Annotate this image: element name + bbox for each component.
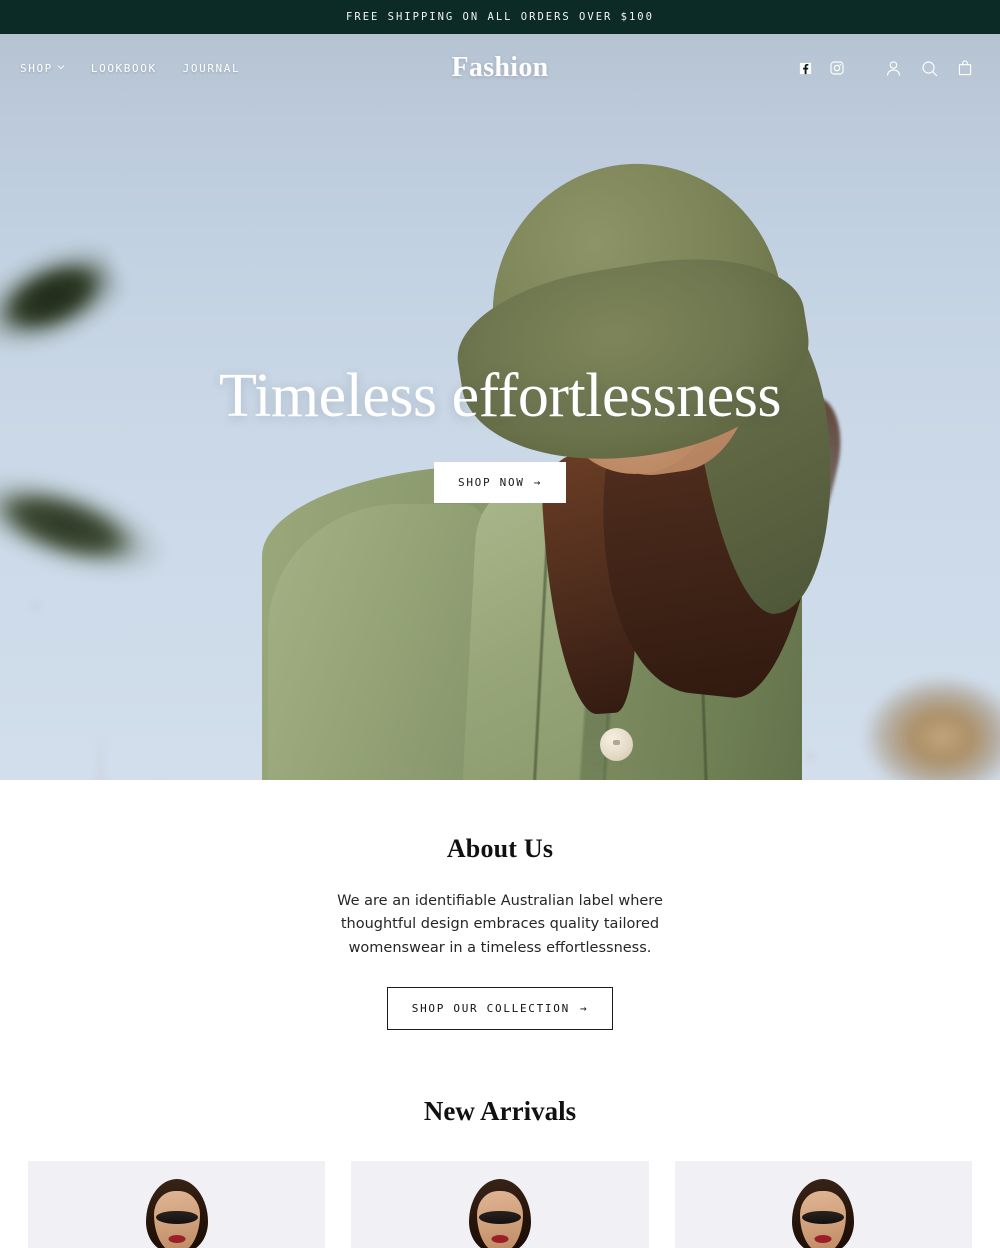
nav-item-lookbook-label: LOOKBOOK <box>90 61 157 75</box>
hero-section: SHOP LOOKBOOK JOURNAL Fashion Timeless e… <box>0 34 1000 780</box>
arrow-right-icon: → <box>533 476 542 490</box>
product-model-lips <box>491 1235 509 1244</box>
new-arrivals-section: New Arrivals <box>0 1030 1000 1248</box>
about-body: We are an identifiable Australian label … <box>337 893 663 956</box>
shop-our-collection-label: SHOP OUR COLLECTION <box>411 1002 570 1016</box>
shop-now-button-label: SHOP NOW <box>458 476 525 490</box>
instagram-icon[interactable] <box>824 53 850 83</box>
product-model-sunglasses <box>478 1211 521 1225</box>
nav-item-lookbook[interactable]: LOOKBOOK <box>91 62 157 75</box>
product-card-1[interactable] <box>28 1161 326 1248</box>
facebook-icon[interactable] <box>792 53 818 83</box>
announcement-bar: FREE SHIPPING ON ALL ORDERS OVER $100 <box>0 0 1000 34</box>
product-model-sunglasses <box>155 1211 198 1225</box>
shop-now-button[interactable]: SHOP NOW → <box>434 462 566 504</box>
chevron-down-icon <box>57 63 65 71</box>
product-model-lips <box>168 1235 186 1244</box>
nav-item-journal-label: JOURNAL <box>182 61 241 75</box>
product-card-2[interactable] <box>351 1161 649 1248</box>
product-model-sunglasses <box>802 1211 845 1225</box>
nav-item-shop-label: SHOP <box>20 61 53 75</box>
arrow-right-icon: → <box>579 1002 589 1016</box>
account-icon[interactable] <box>878 53 908 83</box>
primary-navigation: SHOP LOOKBOOK JOURNAL <box>20 62 240 75</box>
hero-content: Timeless effortlessness SHOP NOW → <box>0 362 1000 504</box>
model-jacket-buttonhole <box>613 740 620 745</box>
product-grid <box>0 1161 1000 1248</box>
shop-our-collection-button[interactable]: SHOP OUR COLLECTION → <box>386 987 614 1031</box>
nav-item-shop[interactable]: SHOP <box>20 62 65 75</box>
about-title: About Us <box>446 834 554 863</box>
product-card-3[interactable] <box>674 1161 972 1248</box>
cart-icon[interactable] <box>950 53 980 83</box>
new-arrivals-title: New Arrivals <box>423 1096 577 1127</box>
about-section: About Us We are an identifiable Australi… <box>0 780 1000 1031</box>
model-jacket-shoulder <box>268 504 488 780</box>
site-header: SHOP LOOKBOOK JOURNAL Fashion <box>0 34 1000 102</box>
search-icon[interactable] <box>914 53 944 83</box>
hero-title: Timeless effortlessness <box>219 362 782 430</box>
nav-item-journal[interactable]: JOURNAL <box>183 62 241 75</box>
product-model-lips <box>814 1235 832 1244</box>
announcement-text: FREE SHIPPING ON ALL ORDERS OVER $100 <box>346 11 654 23</box>
header-actions <box>792 53 980 83</box>
